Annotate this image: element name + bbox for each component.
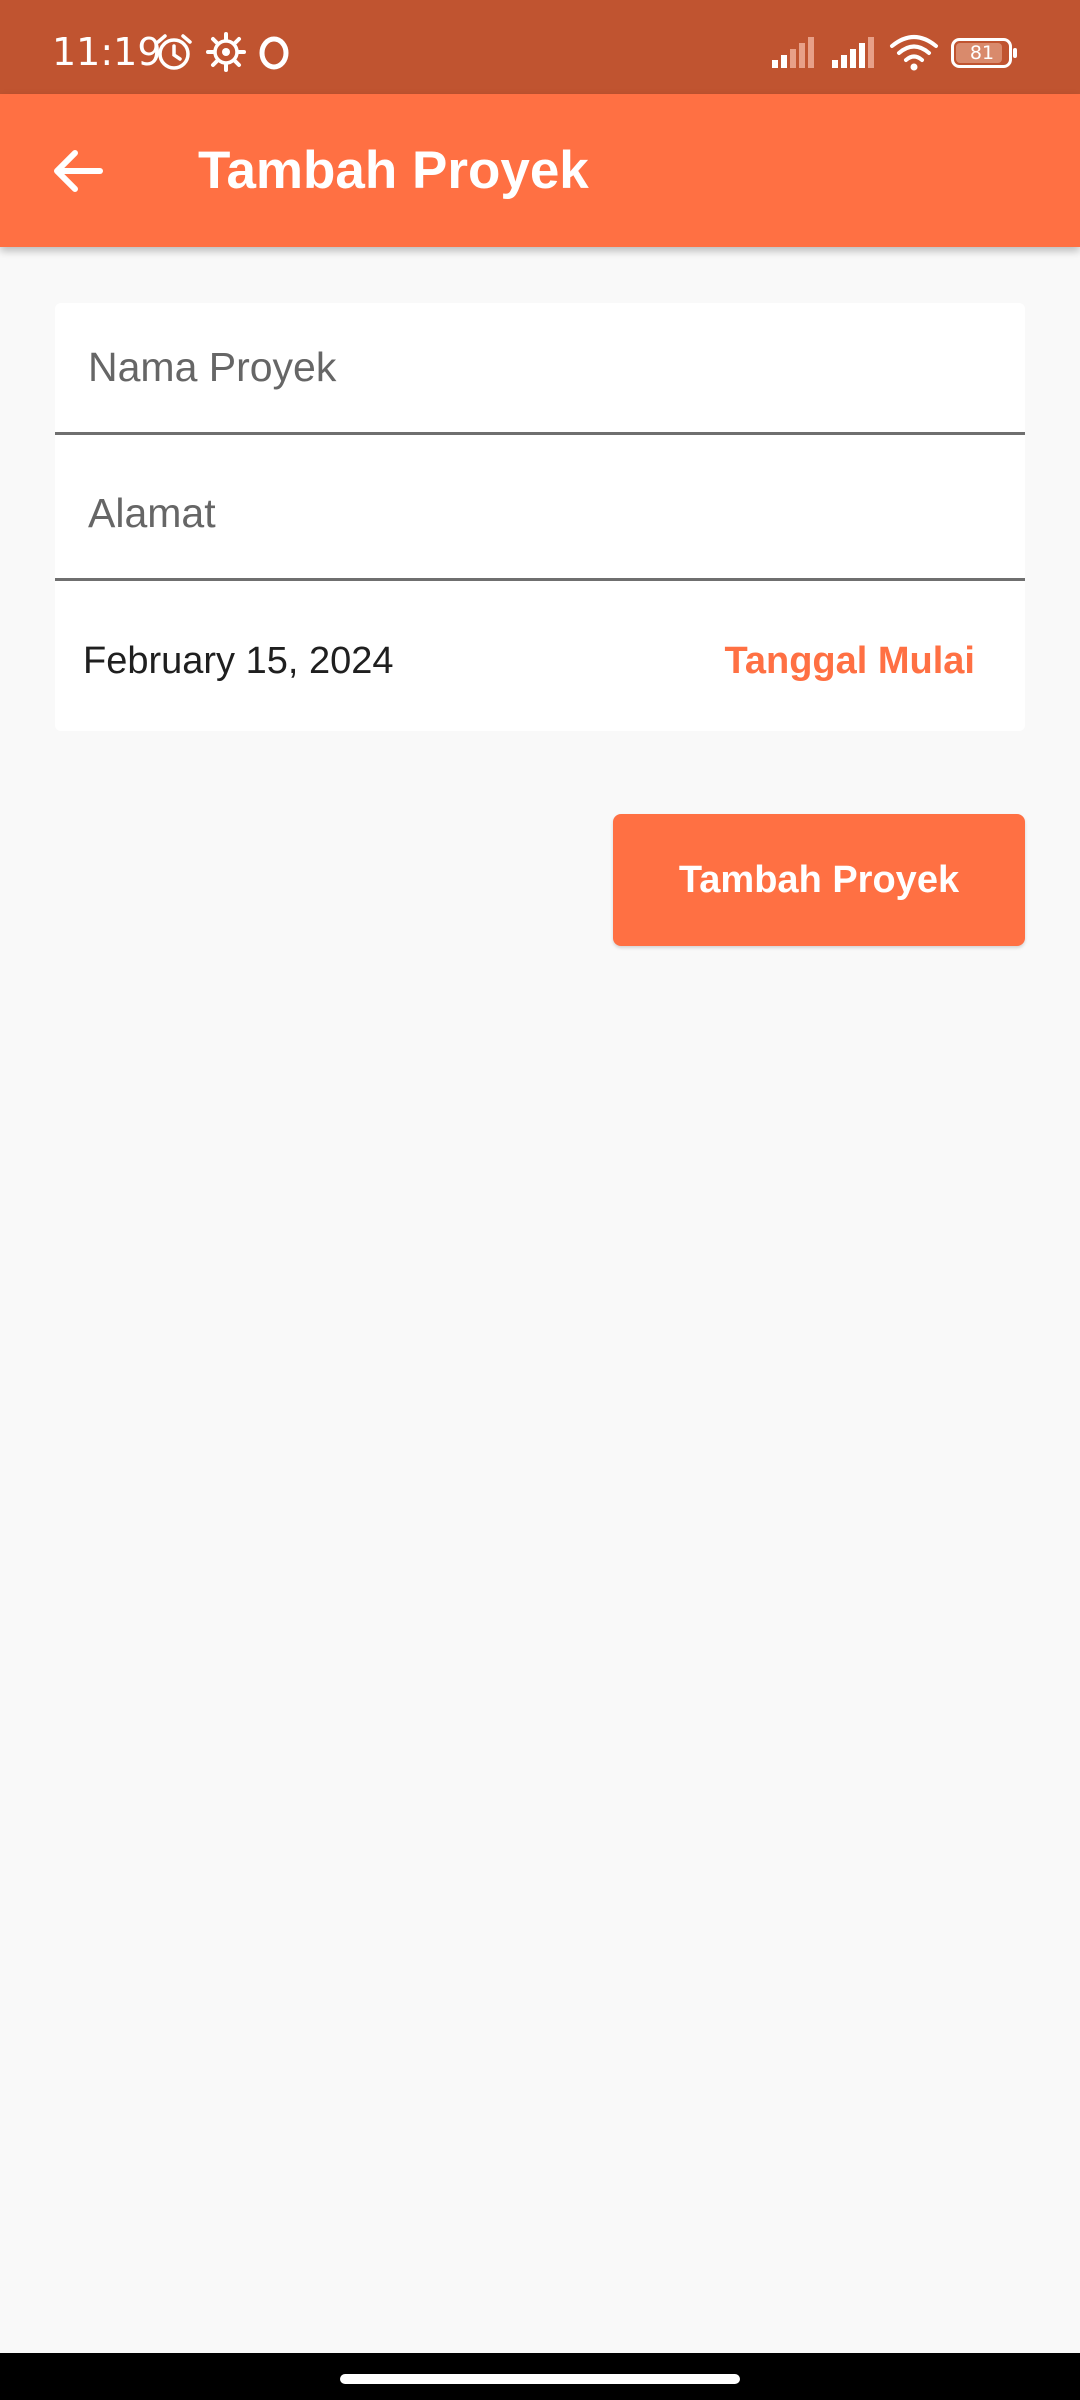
- page-title: Tambah Proyek: [198, 141, 589, 200]
- project-form: February 15, 2024 Tanggal Mulai: [55, 303, 1025, 731]
- battery-level: 81: [969, 42, 995, 64]
- navigation-bar: [0, 2353, 1080, 2400]
- app-bar: Tambah Proyek: [0, 94, 1080, 247]
- start-date-row: February 15, 2024 Tanggal Mulai: [55, 593, 1025, 731]
- arrow-left-icon: [54, 150, 103, 192]
- home-indicator[interactable]: [340, 2374, 740, 2384]
- back-button[interactable]: [30, 124, 124, 218]
- alarm-icon: [156, 34, 192, 70]
- nama-proyek-field: [55, 303, 1025, 435]
- alamat-input[interactable]: [88, 483, 988, 543]
- signal-icon: [832, 37, 874, 68]
- tanggal-mulai-button[interactable]: Tanggal Mulai: [685, 635, 975, 687]
- signal-icon: [772, 37, 814, 68]
- wifi-icon: [890, 35, 938, 71]
- alamat-field: [55, 449, 1025, 581]
- start-date-value: February 15, 2024: [83, 640, 394, 682]
- battery-indicator: 81: [951, 38, 1019, 68]
- status-time: 11:19: [52, 30, 162, 74]
- opera-icon: [259, 36, 289, 70]
- settings-gear-icon: [206, 32, 246, 72]
- status-bar: 11:19 81: [0, 0, 1080, 94]
- nama-proyek-input[interactable]: [88, 337, 988, 397]
- tambah-proyek-button[interactable]: Tambah Proyek: [613, 814, 1025, 946]
